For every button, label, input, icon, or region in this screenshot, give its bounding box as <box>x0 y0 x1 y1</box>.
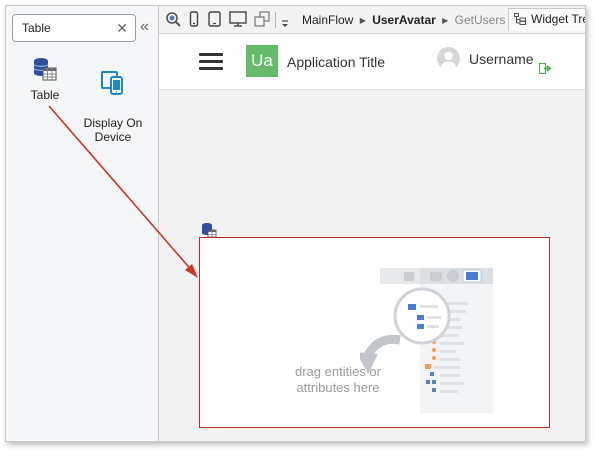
breadcrumb: MainFlow ▶ UserAvatar ▶ GetUsers <box>302 13 505 27</box>
screen-canvas[interactable]: Ua Application Title Username drag entit… <box>159 34 585 441</box>
logout-icon[interactable] <box>539 63 552 74</box>
widget-tree-icon <box>514 13 526 25</box>
breadcrumb-separator-icon: ▶ <box>442 16 449 25</box>
toolbox-widget-table[interactable]: Table <box>25 56 65 102</box>
desktop-preview-icon[interactable] <box>229 11 247 27</box>
username: Username <box>469 51 534 67</box>
breadcrumb-separator-icon: ▶ <box>359 16 366 25</box>
breadcrumb-flow[interactable]: MainFlow <box>302 13 353 27</box>
display-on-device-icon <box>101 71 123 95</box>
table-widget-icon <box>33 58 57 81</box>
app-header: Ua Application Title Username <box>159 34 585 90</box>
drag-entities-illustration <box>360 268 493 413</box>
menu-icon[interactable] <box>199 53 223 71</box>
breadcrumb-screen[interactable]: UserAvatar <box>372 13 436 27</box>
search-value[interactable]: Table <box>22 21 51 35</box>
widget-toolbox: Table ✕ « Table Display On Device <box>6 6 159 441</box>
breadcrumb-action[interactable]: GetUsers <box>455 13 506 27</box>
toolbox-widget-label: Display On Device <box>83 116 143 144</box>
app-title: Application Title <box>287 54 386 70</box>
app-logo: Ua <box>246 45 278 77</box>
table-widget-marker-icon <box>202 223 217 238</box>
zoom-device-icon[interactable] <box>165 11 181 27</box>
phone-preview-icon[interactable] <box>189 11 199 27</box>
toolbox-search-input[interactable]: Table ✕ <box>12 14 136 42</box>
tab-widget-tree[interactable]: Widget Tre <box>508 8 586 31</box>
custom-size-preview-icon[interactable] <box>254 11 270 27</box>
double-chevron-left-icon[interactable]: « <box>140 18 149 36</box>
table-widget-dropzone[interactable]: drag entities or attributes here <box>199 237 550 428</box>
tablet-preview-icon[interactable] <box>208 11 221 27</box>
close-icon[interactable]: ✕ <box>116 20 128 37</box>
avatar <box>437 47 460 70</box>
toolbox-widget-display-on-device[interactable]: Display On Device <box>78 56 148 144</box>
toolbox-widget-label: Table <box>30 88 60 102</box>
toolbar-overflow-icon[interactable] <box>281 16 289 28</box>
user-icon <box>441 51 456 70</box>
editor-toolbar: MainFlow ▶ UserAvatar ▶ GetUsers Widget … <box>159 6 585 34</box>
toolbar-divider <box>275 12 276 28</box>
ide-window: Table ✕ « Table Display On Device MainFl… <box>5 5 586 442</box>
widget-tree-label: Widget Tre <box>531 12 586 26</box>
